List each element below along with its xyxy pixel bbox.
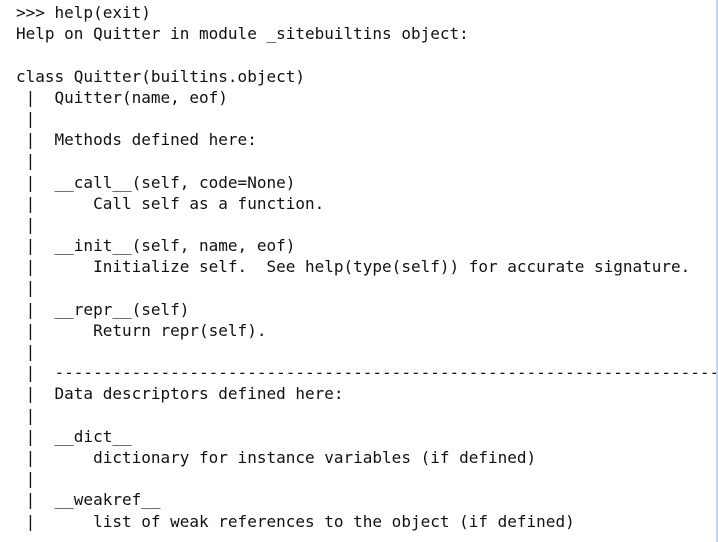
prompt-line: >>> help(exit) — [16, 3, 151, 22]
method-signature-line: | __repr__(self) — [16, 299, 190, 319]
console-line: | — [16, 278, 36, 298]
console-line: | — [16, 342, 36, 361]
method-description-line: | Return repr(self). — [16, 320, 267, 340]
help-header-line: Help on Quitter in module _sitebuiltins … — [16, 24, 469, 44]
method-description-line: | Call self as a function. — [16, 193, 325, 213]
section-divider-line: | --------------------------------------… — [16, 363, 718, 383]
console-window[interactable]: >>> help(exit) Help on Quitter in module… — [0, 0, 718, 542]
method-signature-line: | __call__(self, code=None) — [16, 172, 296, 192]
constructor-line: | Quitter(name, eof) — [16, 87, 228, 107]
console-line: | — [16, 405, 36, 425]
console-line: | — [16, 108, 36, 128]
console-line: | — [16, 151, 36, 171]
method-signature-line: | __init__(self, name, eof) — [16, 236, 296, 256]
method-description-line: | Initialize self. See help(type(self)) … — [16, 257, 691, 277]
console-line: | — [16, 469, 36, 489]
console-line: | — [16, 214, 36, 234]
descriptor-name-line: | __weakref__ — [16, 490, 161, 510]
descriptor-description-line: | dictionary for instance variables (if … — [16, 447, 537, 467]
descriptor-name-line: | __dict__ — [16, 426, 132, 446]
descriptor-description-line: | list of weak references to the object … — [16, 511, 575, 531]
methods-section-heading: | Methods defined here: — [16, 130, 257, 150]
console-output: >>> help(exit) Help on Quitter in module… — [16, 2, 718, 532]
class-signature-line: class Quitter(builtins.object) — [16, 66, 305, 86]
descriptors-section-heading: | Data descriptors defined here: — [16, 384, 344, 404]
